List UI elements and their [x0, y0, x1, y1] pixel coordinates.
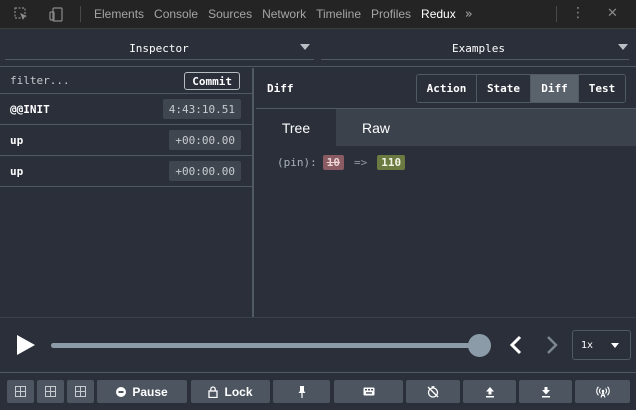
filter-row: Commit	[0, 68, 252, 94]
monitor-select[interactable]: Inspector	[0, 29, 318, 67]
timer-off-icon	[427, 385, 439, 398]
tab-raw[interactable]: Raw	[336, 109, 416, 146]
action-timestamp: +00:00.00	[169, 130, 241, 150]
tab-tree[interactable]: Tree	[256, 109, 336, 146]
action-list-item[interactable]: up +00:00.00	[0, 125, 252, 156]
tab-diff[interactable]: Diff	[531, 75, 579, 102]
tab-timeline[interactable]: Timeline	[311, 0, 366, 29]
chevron-down-icon	[300, 44, 310, 50]
dock-right-button[interactable]	[37, 380, 64, 403]
device-mode-icon[interactable]	[48, 6, 64, 22]
dispatcher-toolbar: Pause Lock	[0, 374, 636, 410]
slider-thumb[interactable]	[468, 334, 491, 357]
monitor-selector-bar: Inspector Examples	[0, 29, 636, 67]
pause-icon	[116, 386, 127, 397]
next-icon[interactable]	[545, 335, 559, 359]
persist-button[interactable]	[273, 380, 330, 403]
diff-entry: (pin): 10 => 110	[277, 155, 406, 170]
pin-icon	[298, 385, 305, 398]
tab-state[interactable]: State	[477, 75, 531, 102]
tab-profiles[interactable]: Profiles	[366, 0, 416, 29]
lock-icon	[208, 385, 219, 398]
action-list-panel: Commit @@INIT 4:43:10.51 up +00:00.00 up…	[0, 68, 254, 317]
remote-button[interactable]	[575, 380, 630, 403]
chevron-down-icon	[618, 44, 628, 50]
tab-console[interactable]: Console	[149, 0, 203, 29]
example-select-value: Examples	[452, 41, 505, 55]
tab-sources[interactable]: Sources	[203, 0, 257, 29]
inspector-mode-tabs: Action State Diff Test	[416, 74, 626, 103]
diff-old-value: 10	[322, 155, 344, 170]
slider-track[interactable]	[51, 343, 478, 348]
inspector-title: Diff	[267, 82, 294, 95]
inspector-header: Diff Action State Diff Test	[256, 68, 636, 109]
action-list-item[interactable]: up +00:00.00	[0, 156, 252, 187]
dispatcher-button[interactable]	[334, 380, 403, 403]
monitor-select-value: Inspector	[129, 41, 189, 55]
more-tabs-icon[interactable]: »	[465, 7, 473, 22]
speed-value: 1x	[581, 339, 594, 351]
tab-network[interactable]: Network	[257, 0, 311, 29]
export-button[interactable]	[463, 380, 516, 403]
import-button[interactable]	[519, 380, 572, 403]
diff-key: (pin):	[277, 156, 317, 169]
lock-label: Lock	[224, 384, 253, 399]
tab-elements[interactable]: Elements	[89, 0, 149, 29]
diff-new-value: 110	[377, 155, 406, 170]
pause-button[interactable]: Pause	[97, 380, 187, 403]
commit-button[interactable]: Commit	[184, 72, 240, 90]
filter-input[interactable]	[10, 74, 170, 87]
dock-right-icon	[45, 386, 56, 397]
inspect-element-icon[interactable]	[13, 6, 29, 22]
view-tabs: Tree Raw	[256, 109, 636, 146]
speed-select[interactable]: 1x	[572, 330, 631, 360]
tab-action[interactable]: Action	[417, 75, 477, 102]
inspector-panel: Diff Action State Diff Test Tree Raw (pi…	[256, 68, 636, 317]
action-name: @@INIT	[10, 103, 50, 116]
action-list-item[interactable]: @@INIT 4:43:10.51	[0, 94, 252, 125]
play-icon[interactable]	[16, 334, 36, 360]
menu-icon[interactable]: ⋮	[571, 5, 585, 21]
pause-label: Pause	[132, 384, 168, 399]
lock-button[interactable]: Lock	[191, 380, 270, 403]
slider-bar: 1x	[0, 317, 636, 373]
select-underline	[321, 59, 629, 60]
action-name: up	[10, 165, 24, 178]
example-select[interactable]: Examples	[321, 29, 636, 67]
action-timestamp: 4:43:10.51	[162, 99, 241, 119]
dock-bottom-icon	[75, 386, 86, 397]
tab-redux[interactable]: Redux	[416, 0, 461, 29]
keyboard-icon	[363, 387, 374, 396]
slider-fill	[51, 343, 478, 348]
download-icon	[541, 386, 550, 397]
dock-left-icon	[15, 386, 26, 397]
action-timestamp: +00:00.00	[169, 161, 241, 181]
dock-bottom-button[interactable]	[67, 380, 94, 403]
slider-toggle-button[interactable]	[406, 380, 460, 403]
toolbar-divider	[556, 6, 557, 22]
tab-test[interactable]: Test	[579, 75, 625, 102]
previous-icon[interactable]	[509, 335, 523, 359]
devtools-tab-bar: Elements Console Sources Network Timelin…	[0, 0, 636, 29]
action-name: up	[10, 134, 24, 147]
select-underline	[5, 59, 314, 60]
dock-left-button[interactable]	[7, 380, 34, 403]
toolbar-divider	[80, 6, 81, 22]
close-icon[interactable]: ✕	[607, 6, 618, 21]
chevron-down-icon	[611, 343, 619, 348]
upload-icon	[485, 386, 494, 397]
broadcast-icon	[595, 385, 610, 398]
diff-arrow: =>	[354, 156, 368, 169]
